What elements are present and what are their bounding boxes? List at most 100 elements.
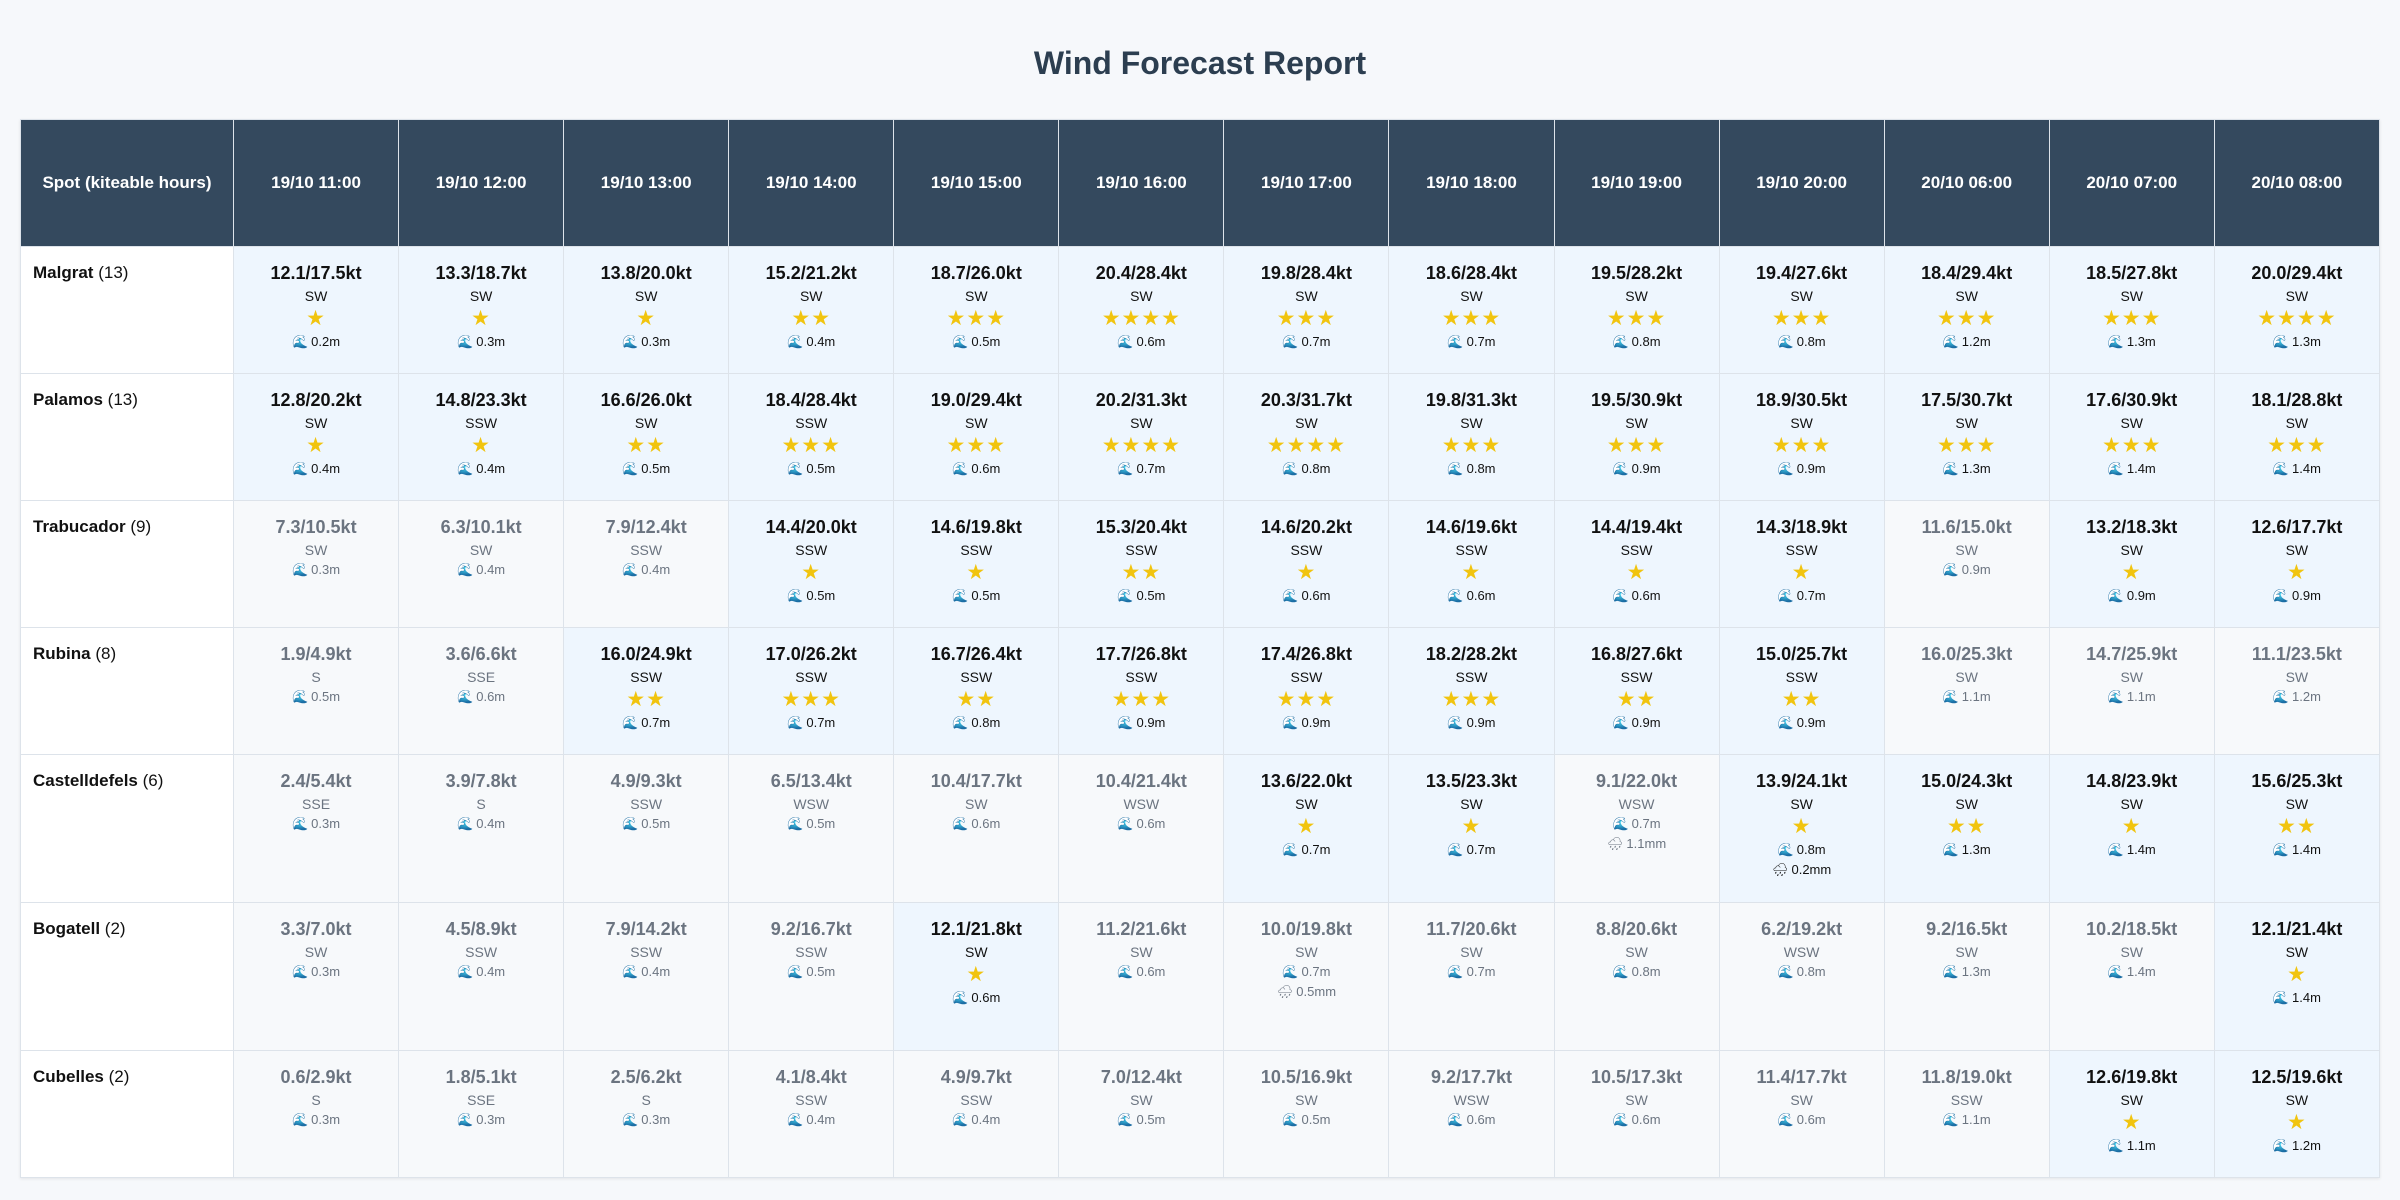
wave-value: 0.7m <box>1136 461 1166 476</box>
star-icon: ★ <box>956 688 977 711</box>
wind-direction: SSW <box>465 415 498 431</box>
wave-icon: 🌊 <box>787 1112 804 1127</box>
wave-icon: 🌊 <box>622 816 639 831</box>
wind-direction: SW <box>2285 944 2309 960</box>
wave-icon: 🌊 <box>2107 1138 2124 1153</box>
wave-icon: 🌊 <box>1777 964 1794 979</box>
rating-stars: ★ <box>403 435 559 457</box>
star-icon: ★ <box>1306 434 1327 457</box>
forecast-cell: 0.6/2.9kt S 🌊 0.3m <box>232 1050 400 1178</box>
wind-speed: 14.6/19.8kt <box>930 517 1022 537</box>
wave-height: 🌊 1.1m <box>2054 1138 2210 1154</box>
star-icon: ★ <box>1956 434 1977 457</box>
wind-speed: 0.6/2.9kt <box>280 1067 352 1087</box>
wave-height: 🌊 0.9m <box>1393 715 1549 731</box>
wave-value: 0.4m <box>476 562 506 577</box>
star-icon: ★ <box>986 434 1007 457</box>
wave-value: 1.1m <box>1961 1112 1991 1127</box>
star-icon: ★ <box>966 561 987 584</box>
wave-icon: 🌊 <box>2272 990 2290 1005</box>
star-icon: ★ <box>1626 307 1647 330</box>
rating-stars: ★★★ <box>898 308 1054 330</box>
wind-direction: SW <box>1130 288 1153 304</box>
star-icon: ★ <box>636 307 657 330</box>
forecast-cell: 7.9/12.4kt SSW 🌊 0.4m <box>563 500 730 628</box>
wind-direction: SSW <box>1620 669 1653 685</box>
wave-value: 0.5m <box>311 689 341 704</box>
wave-icon: 🌊 <box>1612 715 1629 730</box>
wind-direction: SW <box>304 542 328 558</box>
forecast-cell: 11.7/20.6kt SW 🌊 0.7m <box>1388 902 1555 1051</box>
wave-value: 0.5m <box>806 461 836 476</box>
forecast-cell: 12.1/21.8kt SW ★ 🌊 0.6m <box>893 902 1060 1051</box>
wave-height: 🌊 1.4m <box>2219 990 2375 1006</box>
wave-value: 0.5m <box>971 588 1001 603</box>
wave-value: 1.4m <box>2126 461 2156 476</box>
forecast-cell: 15.0/24.3kt SW ★★ 🌊 1.3m <box>1883 754 2050 903</box>
star-icon: ★ <box>471 434 491 457</box>
wave-height: 🌊 0.5m <box>238 689 394 705</box>
star-icon: ★ <box>1771 434 1792 457</box>
star-icon: ★ <box>1811 434 1832 457</box>
star-icon: ★ <box>1101 434 1122 457</box>
spot-name: Castelldefels <box>33 771 138 790</box>
star-icon: ★ <box>471 307 491 330</box>
wind-speed: 11.6/15.0kt <box>1921 517 2012 537</box>
rating-stars: ★★★ <box>1063 689 1219 711</box>
wave-height: 🌊 0.9m <box>1724 461 1880 477</box>
wave-icon: 🌊 <box>1612 588 1629 603</box>
wind-speed: 18.1/28.8kt <box>2251 390 2343 410</box>
wave-value: 0.5m <box>806 816 836 831</box>
wind-direction: SW <box>2285 796 2309 812</box>
star-icon: ★ <box>821 688 841 711</box>
wind-direction: SW <box>1790 1092 1813 1108</box>
forecast-cell: 17.5/30.7kt SW ★★★ 🌊 1.3m <box>1883 373 2050 501</box>
forecast-cell: 11.4/17.7kt SW 🌊 0.6m <box>1718 1050 1885 1178</box>
forecast-cell: 14.6/20.2kt SSW ★ 🌊 0.6m <box>1223 500 1390 628</box>
wind-direction: SSW <box>1785 542 1818 558</box>
star-icon: ★ <box>1296 307 1317 330</box>
star-icon: ★ <box>2101 307 2122 330</box>
wave-icon: 🌊 <box>952 461 969 476</box>
rating-stars: ★★★ <box>1228 308 1384 330</box>
wind-speed: 19.5/28.2kt <box>1590 263 1683 283</box>
wave-icon: 🌊 <box>291 816 309 831</box>
star-icon: ★ <box>1276 688 1297 711</box>
star-icon: ★ <box>1151 688 1172 711</box>
star-icon: ★ <box>2101 434 2122 457</box>
forecast-cell: 18.7/26.0kt SW ★★★ 🌊 0.5m <box>893 246 1060 374</box>
wind-direction: SW <box>469 542 493 558</box>
wind-direction: SSE <box>467 1092 496 1108</box>
rating-stars: ★★★★ <box>1063 308 1219 330</box>
wave-value: 1.4m <box>2126 842 2156 857</box>
wave-height: 🌊 0.6m <box>1559 588 1715 604</box>
wave-value: 0.5m <box>806 964 836 979</box>
wave-icon: 🌊 <box>291 562 309 577</box>
rain-value: 0.5mm <box>1296 984 1337 999</box>
wave-height: 🌊 0.9m <box>1228 715 1384 731</box>
wave-icon: 🌊 <box>952 715 969 730</box>
star-icon: ★ <box>1276 307 1297 330</box>
column-header-time: 19/10 17:00 <box>1223 119 1390 247</box>
rating-stars: ★ <box>1393 816 1549 838</box>
rating-stars: ★★ <box>2219 816 2375 838</box>
wave-height: 🌊 0.9m <box>1559 715 1715 731</box>
star-icon: ★ <box>1141 561 1162 584</box>
wind-direction: SW <box>2285 288 2309 304</box>
rating-stars: ★★★ <box>2054 308 2210 330</box>
rain-amount: 🌧 0.2mm <box>1724 862 1880 878</box>
forecast-cell: 4.9/9.7kt SSW 🌊 0.4m <box>893 1050 1060 1178</box>
wave-height: 🌊 0.5m <box>898 334 1054 350</box>
wave-height: 🌊 1.4m <box>2219 461 2375 477</box>
forecast-cell: 18.9/30.5kt SW ★★★ 🌊 0.9m <box>1718 373 1885 501</box>
wave-value: 1.2m <box>2292 1138 2321 1153</box>
forecast-cell: 3.3/7.0kt SW 🌊 0.3m <box>232 902 400 1051</box>
wind-speed: 4.9/9.7kt <box>940 1067 1012 1087</box>
wave-height: 🌊 1.1m <box>2054 689 2210 705</box>
forecast-cell: 7.3/10.5kt SW 🌊 0.3m <box>232 500 400 628</box>
wave-icon: 🌊 <box>2272 1138 2290 1153</box>
forecast-cell: 14.4/20.0kt SSW ★ 🌊 0.5m <box>728 500 895 628</box>
wind-direction: SW <box>965 944 988 960</box>
wave-value: 0.4m <box>476 964 506 979</box>
wind-direction: WSW <box>1618 796 1655 812</box>
